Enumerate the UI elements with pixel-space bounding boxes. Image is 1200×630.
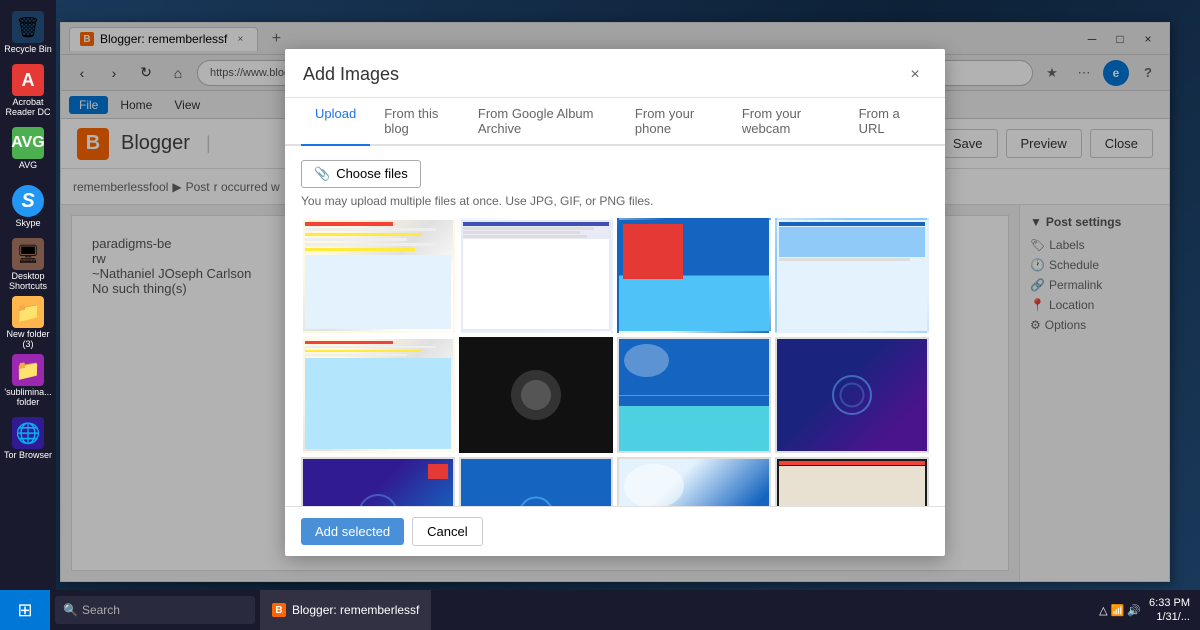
image-thumb-11[interactable]	[617, 457, 771, 506]
add-images-modal: Add Images × Upload From this blog From …	[285, 49, 945, 556]
image-thumb-10[interactable]	[459, 457, 613, 506]
cancel-button[interactable]: Cancel	[412, 517, 482, 546]
sidebar-icon-acrobat[interactable]: A AcrobatReader DC	[4, 63, 52, 119]
image-thumb-8[interactable]	[775, 337, 929, 453]
tab-from-this-blog[interactable]: From this blog	[370, 98, 464, 146]
tab-from-phone[interactable]: From your phone	[621, 98, 728, 146]
modal-header: Add Images ×	[285, 49, 945, 98]
search-icon: 🔍	[63, 603, 78, 617]
taskbar-blogger[interactable]: B Blogger: rememberlessf	[260, 590, 431, 630]
tab-from-google-album[interactable]: From Google Album Archive	[464, 98, 621, 146]
taskbar-items: B Blogger: rememberlessf	[260, 590, 1089, 630]
image-thumb-12[interactable]	[775, 457, 929, 506]
modal-footer: Add selected Cancel	[285, 506, 945, 556]
sidebar-icon-sublimina[interactable]: 📁 'sublimina...folder	[4, 353, 52, 409]
sidebar: 🗑 Recycle Bin A AcrobatReader DC AVG AVG…	[0, 0, 56, 590]
image-thumb-5[interactable]	[301, 337, 455, 453]
add-selected-button[interactable]: Add selected	[301, 518, 404, 545]
taskbar-tray: △ 📶 🔊 6:33 PM 1/31/...	[1089, 596, 1200, 625]
taskbar-blogger-label: Blogger: rememberlessf	[292, 603, 419, 617]
image-thumb-7[interactable]	[617, 337, 771, 453]
sidebar-icon-tor-browser[interactable]: 🌐 Tor Browser	[4, 411, 52, 467]
sidebar-icon-skype[interactable]: S Skype	[4, 179, 52, 235]
sidebar-icon-new-folder[interactable]: 📁 New folder(3)	[4, 295, 52, 351]
sidebar-icon-desktop-shortcuts[interactable]: 🖥 DesktopShortcuts	[4, 237, 52, 293]
sidebar-icon-avg[interactable]: AVG AVG	[4, 121, 52, 177]
taskbar-blogger-icon: B	[272, 603, 286, 617]
taskbar: ⊞ 🔍 Search B Blogger: rememberlessf △ 📶 …	[0, 590, 1200, 630]
modal-tabs: Upload From this blog From Google Album …	[285, 98, 945, 146]
modal-close-button[interactable]: ×	[903, 63, 927, 87]
modal-body: 📎 Choose files You may upload multiple f…	[285, 146, 945, 506]
upload-area: 📎 Choose files You may upload multiple f…	[301, 160, 929, 208]
tray-icons: △ 📶 🔊	[1099, 604, 1141, 617]
choose-files-button[interactable]: 📎 Choose files	[301, 160, 421, 188]
clock: 6:33 PM 1/31/...	[1149, 596, 1190, 625]
modal-title: Add Images	[303, 64, 399, 85]
desktop: 🗑 Recycle Bin A AcrobatReader DC AVG AVG…	[0, 0, 1200, 630]
start-button[interactable]: ⊞	[0, 590, 50, 630]
image-thumb-4[interactable]	[775, 218, 929, 334]
tab-from-url[interactable]: From a URL	[845, 98, 929, 146]
browser-window: B Blogger: rememberlessf × + ─ □ × ‹ › ↻…	[60, 22, 1170, 582]
image-grid	[301, 218, 929, 506]
image-thumb-2[interactable]	[459, 218, 613, 334]
image-thumb-6[interactable]	[459, 337, 613, 453]
image-thumb-3[interactable]	[617, 218, 771, 334]
choose-files-icon: 📎	[314, 166, 330, 182]
upload-hint-text: You may upload multiple files at once. U…	[301, 194, 929, 208]
tab-upload[interactable]: Upload	[301, 98, 370, 146]
image-thumb-1[interactable]	[301, 218, 455, 334]
image-thumb-9[interactable]	[301, 457, 455, 506]
modal-overlay: Add Images × Upload From this blog From …	[61, 23, 1169, 581]
taskbar-search[interactable]: 🔍 Search	[55, 596, 255, 624]
tab-from-webcam[interactable]: From your webcam	[728, 98, 845, 146]
sidebar-icon-recycle-bin[interactable]: 🗑 Recycle Bin	[4, 5, 52, 61]
